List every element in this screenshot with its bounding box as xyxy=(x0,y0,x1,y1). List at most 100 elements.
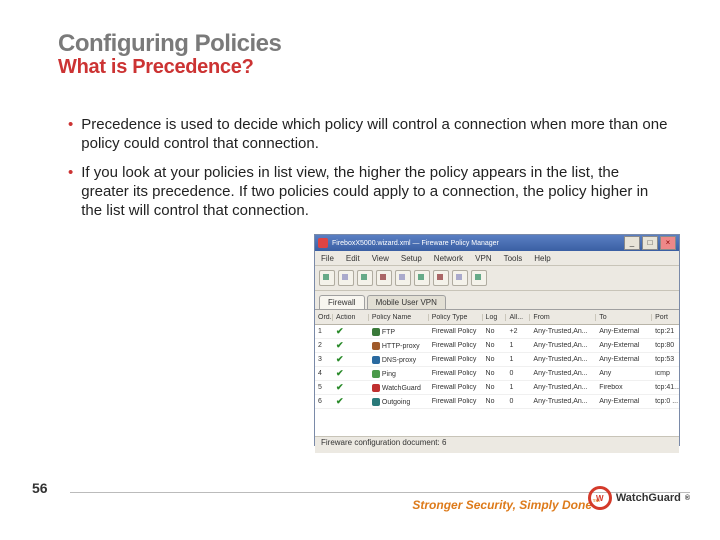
cell-log: No xyxy=(483,370,507,377)
table-row[interactable]: 2✔HTTP-proxyFirewall PolicyNo1Any-Truste… xyxy=(315,339,679,353)
slide-title: Configuring Policies xyxy=(58,30,281,58)
close-button[interactable]: × xyxy=(660,236,676,250)
cell-to: Any-External xyxy=(596,328,652,335)
cell-log: No xyxy=(483,342,507,349)
maximize-button[interactable]: □ xyxy=(642,236,658,250)
cell-from: Any-Trusted,An... xyxy=(530,384,596,391)
window-title: FireboxX5000.wizard.xml — Fireware Polic… xyxy=(332,240,499,247)
cell-policy-name: FTP xyxy=(369,328,429,336)
page-number: 56 xyxy=(32,480,48,496)
table-row[interactable]: 3✔DNS-proxyFirewall PolicyNo1Any-Trusted… xyxy=(315,353,679,367)
menu-item[interactable]: Network xyxy=(434,254,463,263)
tab-firewall[interactable]: Firewall xyxy=(319,295,365,309)
cell-to: Firebox xyxy=(596,384,652,391)
tab-bar: Firewall Mobile User VPN xyxy=(315,291,679,310)
table-header: Ord... Action Policy Name Policy Type Lo… xyxy=(315,310,679,325)
registered-icon: ® xyxy=(685,495,690,502)
cell-action: ✔ xyxy=(333,396,369,407)
policy-icon xyxy=(372,342,380,350)
cell-order: 1 xyxy=(315,328,333,335)
brand-logo: WatchGuard ® xyxy=(588,486,690,510)
cell-port: tcp:0 ... xyxy=(652,398,679,405)
slide: Configuring Policies What is Precedence?… xyxy=(0,0,720,540)
logo-ring-icon xyxy=(588,486,612,510)
table-row[interactable]: 4✔PingFirewall PolicyNo0Any-Trusted,An..… xyxy=(315,367,679,381)
cell-from: Any-Trusted,An... xyxy=(530,356,596,363)
title-block: Configuring Policies What is Precedence? xyxy=(58,30,281,79)
window-titlebar[interactable]: FireboxX5000.wizard.xml — Fireware Polic… xyxy=(315,235,679,251)
cell-to: Any-External xyxy=(596,398,652,405)
toolbar-button[interactable] xyxy=(414,270,430,286)
cell-to: Any-External xyxy=(596,342,652,349)
cell-all: 1 xyxy=(506,384,530,391)
slide-subtitle: What is Precedence? xyxy=(58,56,281,79)
table-row[interactable]: 1✔FTPFirewall PolicyNo+2Any-Trusted,An..… xyxy=(315,325,679,339)
toolbar-button[interactable] xyxy=(357,270,373,286)
cell-policy-type: Firewall Policy xyxy=(429,370,483,377)
cell-action: ✔ xyxy=(333,340,369,351)
cell-order: 4 xyxy=(315,370,333,377)
col-policy-type[interactable]: Policy Type xyxy=(429,314,483,321)
check-icon: ✔ xyxy=(336,368,344,378)
tagline-text: Stronger Security, Simply Done xyxy=(412,498,592,512)
policy-table: Ord... Action Policy Name Policy Type Lo… xyxy=(315,310,679,436)
check-icon: ✔ xyxy=(336,326,344,336)
col-from[interactable]: From xyxy=(530,314,596,321)
menu-item[interactable]: File xyxy=(321,254,334,263)
menu-item[interactable]: Setup xyxy=(401,254,422,263)
cell-to: Any xyxy=(596,370,652,377)
table-row[interactable]: 5✔WatchGuardFirewall PolicyNo1Any-Truste… xyxy=(315,381,679,395)
toolbar-button[interactable] xyxy=(319,270,335,286)
col-action[interactable]: Action xyxy=(333,314,369,321)
menu-item[interactable]: Edit xyxy=(346,254,360,263)
col-policy-name[interactable]: Policy Name xyxy=(369,314,429,321)
toolbar-button[interactable] xyxy=(433,270,449,286)
toolbar-button[interactable] xyxy=(338,270,354,286)
slide-footer: 56 Stronger Security, Simply Done™ Watch… xyxy=(30,492,690,522)
menu-item[interactable]: View xyxy=(372,254,389,263)
policy-icon xyxy=(372,356,380,364)
col-to[interactable]: To xyxy=(596,314,652,321)
policy-icon xyxy=(372,370,380,378)
cell-log: No xyxy=(483,398,507,405)
cell-port: tcp:41... xyxy=(652,384,679,391)
table-row[interactable]: 6✔OutgoingFirewall PolicyNo0Any-Trusted,… xyxy=(315,395,679,409)
policy-icon xyxy=(372,398,380,406)
menu-item[interactable]: Tools xyxy=(504,254,523,263)
col-port[interactable]: Port xyxy=(652,314,679,321)
check-icon: ✔ xyxy=(336,340,344,350)
col-log[interactable]: Log xyxy=(483,314,507,321)
menu-item[interactable]: Help xyxy=(534,254,550,263)
cell-port: tcp:21 xyxy=(652,328,679,335)
cell-order: 5 xyxy=(315,384,333,391)
cell-port: tcp:53 xyxy=(652,356,679,363)
cell-policy-type: Firewall Policy xyxy=(429,398,483,405)
toolbar-button[interactable] xyxy=(452,270,468,286)
toolbar-button[interactable] xyxy=(376,270,392,286)
bullet-text: If you look at your policies in list vie… xyxy=(81,163,670,220)
cell-from: Any-Trusted,An... xyxy=(530,370,596,377)
toolbar-button[interactable] xyxy=(395,270,411,286)
cell-port: tcp:80 xyxy=(652,342,679,349)
toolbar xyxy=(315,266,679,291)
cell-action: ✔ xyxy=(333,368,369,379)
cell-all: 1 xyxy=(506,342,530,349)
tagline: Stronger Security, Simply Done™ xyxy=(412,498,600,512)
menu-item[interactable]: VPN xyxy=(475,254,491,263)
minimize-button[interactable]: _ xyxy=(624,236,640,250)
cell-policy-type: Firewall Policy xyxy=(429,384,483,391)
menu-bar: File Edit View Setup Network VPN Tools H… xyxy=(315,251,679,266)
cell-log: No xyxy=(483,328,507,335)
toolbar-button[interactable] xyxy=(471,270,487,286)
brand-name: WatchGuard xyxy=(616,492,681,504)
col-order[interactable]: Ord... xyxy=(315,314,333,321)
cell-policy-name: WatchGuard xyxy=(369,384,429,392)
tab-mobile-vpn[interactable]: Mobile User VPN xyxy=(367,295,446,309)
cell-policy-name: HTTP-proxy xyxy=(369,342,429,350)
cell-policy-type: Firewall Policy xyxy=(429,342,483,349)
cell-action: ✔ xyxy=(333,354,369,365)
cell-order: 6 xyxy=(315,398,333,405)
cell-from: Any-Trusted,An... xyxy=(530,342,596,349)
check-icon: ✔ xyxy=(336,382,344,392)
col-all[interactable]: All... xyxy=(506,314,530,321)
